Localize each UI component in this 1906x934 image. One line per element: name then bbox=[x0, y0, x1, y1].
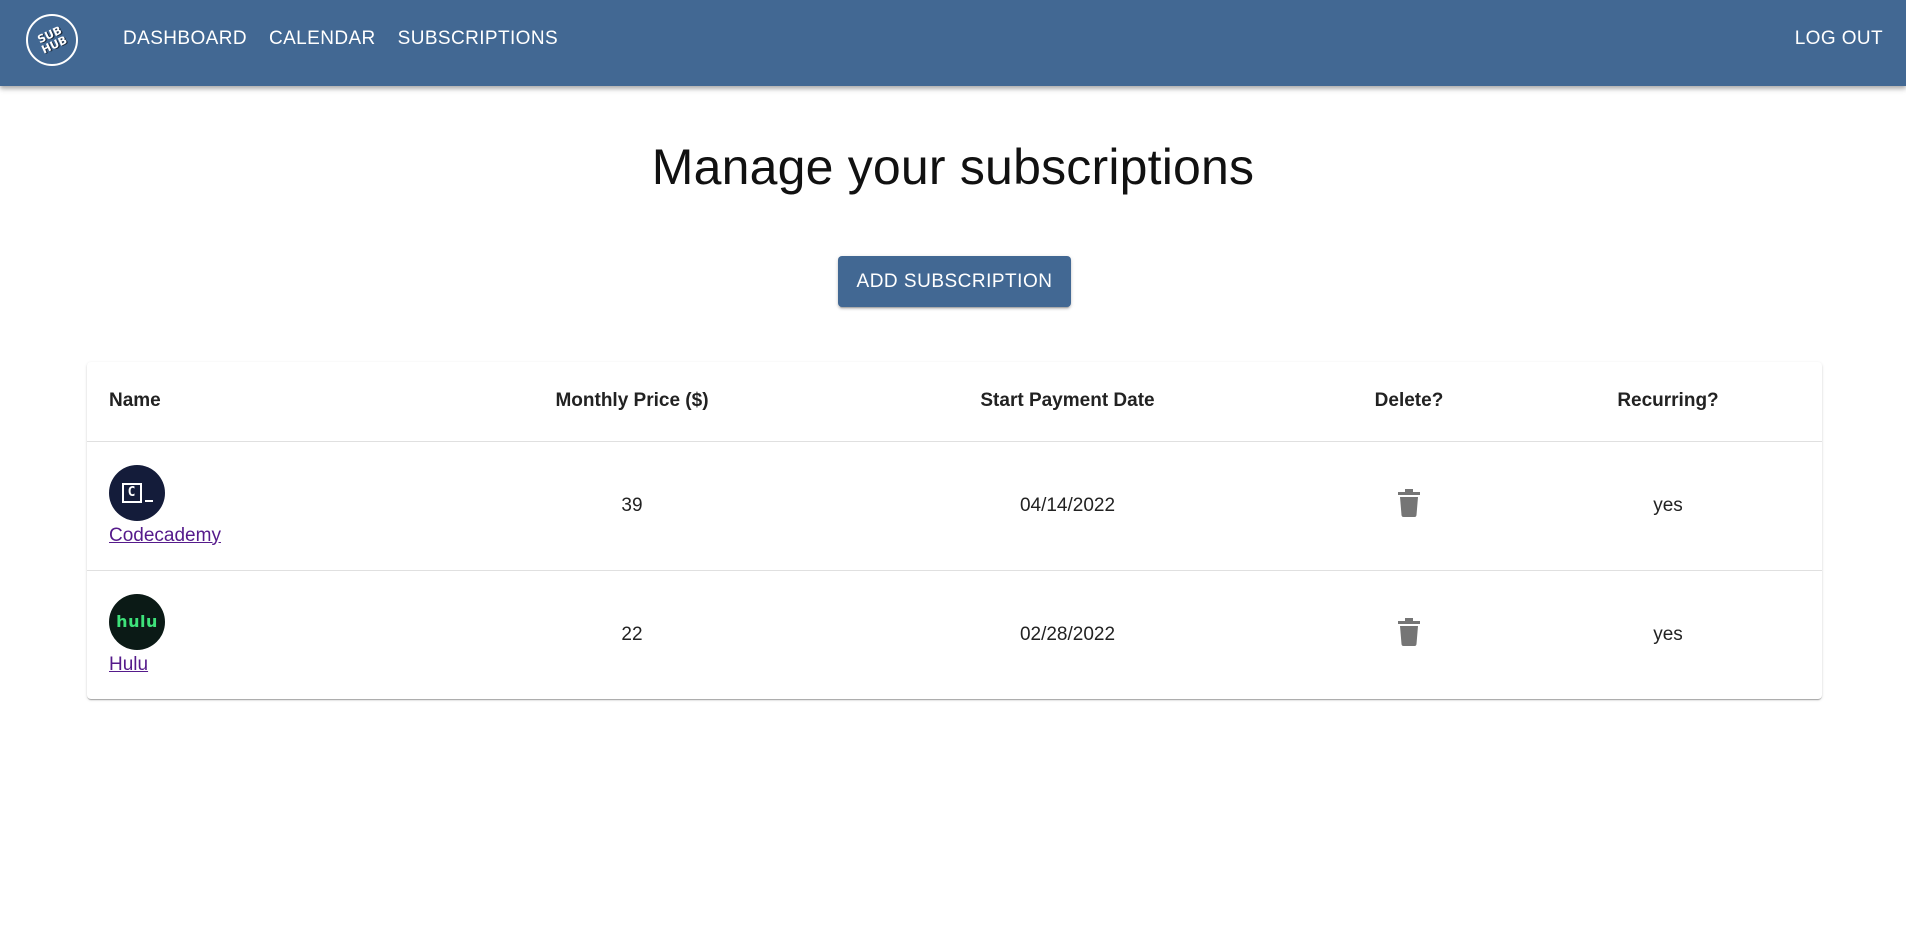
header-delete: Delete? bbox=[1304, 362, 1514, 442]
logo-text: SUB HUB bbox=[35, 23, 70, 57]
nav-calendar[interactable]: CALENDAR bbox=[258, 20, 387, 58]
start-date-cell: 02/28/2022 bbox=[1019, 623, 1116, 645]
subhub-logo[interactable]: SUB HUB bbox=[26, 14, 78, 66]
table-row: hulu Hulu 22 02/28/2022 yes bbox=[87, 570, 1822, 699]
codecademy-cursor bbox=[144, 499, 153, 502]
recurring-cell: yes bbox=[1653, 623, 1683, 645]
name-cell: hulu Hulu bbox=[87, 570, 433, 699]
table-row: C Codecademy 39 04/14/2022 yes bbox=[87, 441, 1822, 571]
page-title: Manage your subscriptions bbox=[651, 139, 1255, 195]
codecademy-mark: C bbox=[121, 482, 153, 503]
delete-cell bbox=[1304, 441, 1514, 571]
nav-dashboard[interactable]: DASHBOARD bbox=[112, 20, 258, 58]
subscription-name-link[interactable]: Hulu bbox=[109, 654, 148, 675]
table-header-row: Name Monthly Price ($) Start Payment Dat… bbox=[87, 362, 1822, 442]
hulu-wordmark: hulu bbox=[116, 612, 158, 632]
price-cell: 22 bbox=[621, 623, 643, 645]
header-recurring: Recurring? bbox=[1514, 362, 1822, 442]
hulu-logo-icon: hulu bbox=[109, 593, 165, 650]
header-start-date: Start Payment Date bbox=[831, 362, 1304, 442]
subscriptions-table: Name Monthly Price ($) Start Payment Dat… bbox=[87, 362, 1822, 699]
subscription-name-link[interactable]: Codecademy bbox=[109, 525, 221, 546]
add-subscription-button[interactable]: ADD SUBSCRIPTION bbox=[838, 256, 1071, 307]
codecademy-logo-icon: C bbox=[109, 464, 165, 521]
start-date-cell: 04/14/2022 bbox=[831, 441, 1304, 571]
codecademy-letter: C bbox=[121, 482, 142, 503]
name-cell: C Codecademy bbox=[87, 441, 433, 571]
price-cell: 39 bbox=[433, 441, 831, 571]
trash-icon[interactable] bbox=[1398, 617, 1420, 652]
nav-subscriptions[interactable]: SUBSCRIPTIONS bbox=[387, 20, 569, 58]
header-name: Name bbox=[87, 362, 433, 442]
trash-icon[interactable] bbox=[1398, 488, 1420, 523]
main-nav: DASHBOARD CALENDAR SUBSCRIPTIONS bbox=[112, 0, 569, 77]
app-bar: SUB HUB DASHBOARD CALENDAR SUBSCRIPTIONS… bbox=[0, 0, 1906, 86]
subscriptions-table-grid: Name Monthly Price ($) Start Payment Dat… bbox=[87, 362, 1822, 699]
delete-cell bbox=[1304, 570, 1514, 699]
logout-button[interactable]: LOG OUT bbox=[1784, 0, 1894, 77]
recurring-cell: yes bbox=[1514, 441, 1822, 571]
header-price: Monthly Price ($) bbox=[433, 362, 831, 442]
